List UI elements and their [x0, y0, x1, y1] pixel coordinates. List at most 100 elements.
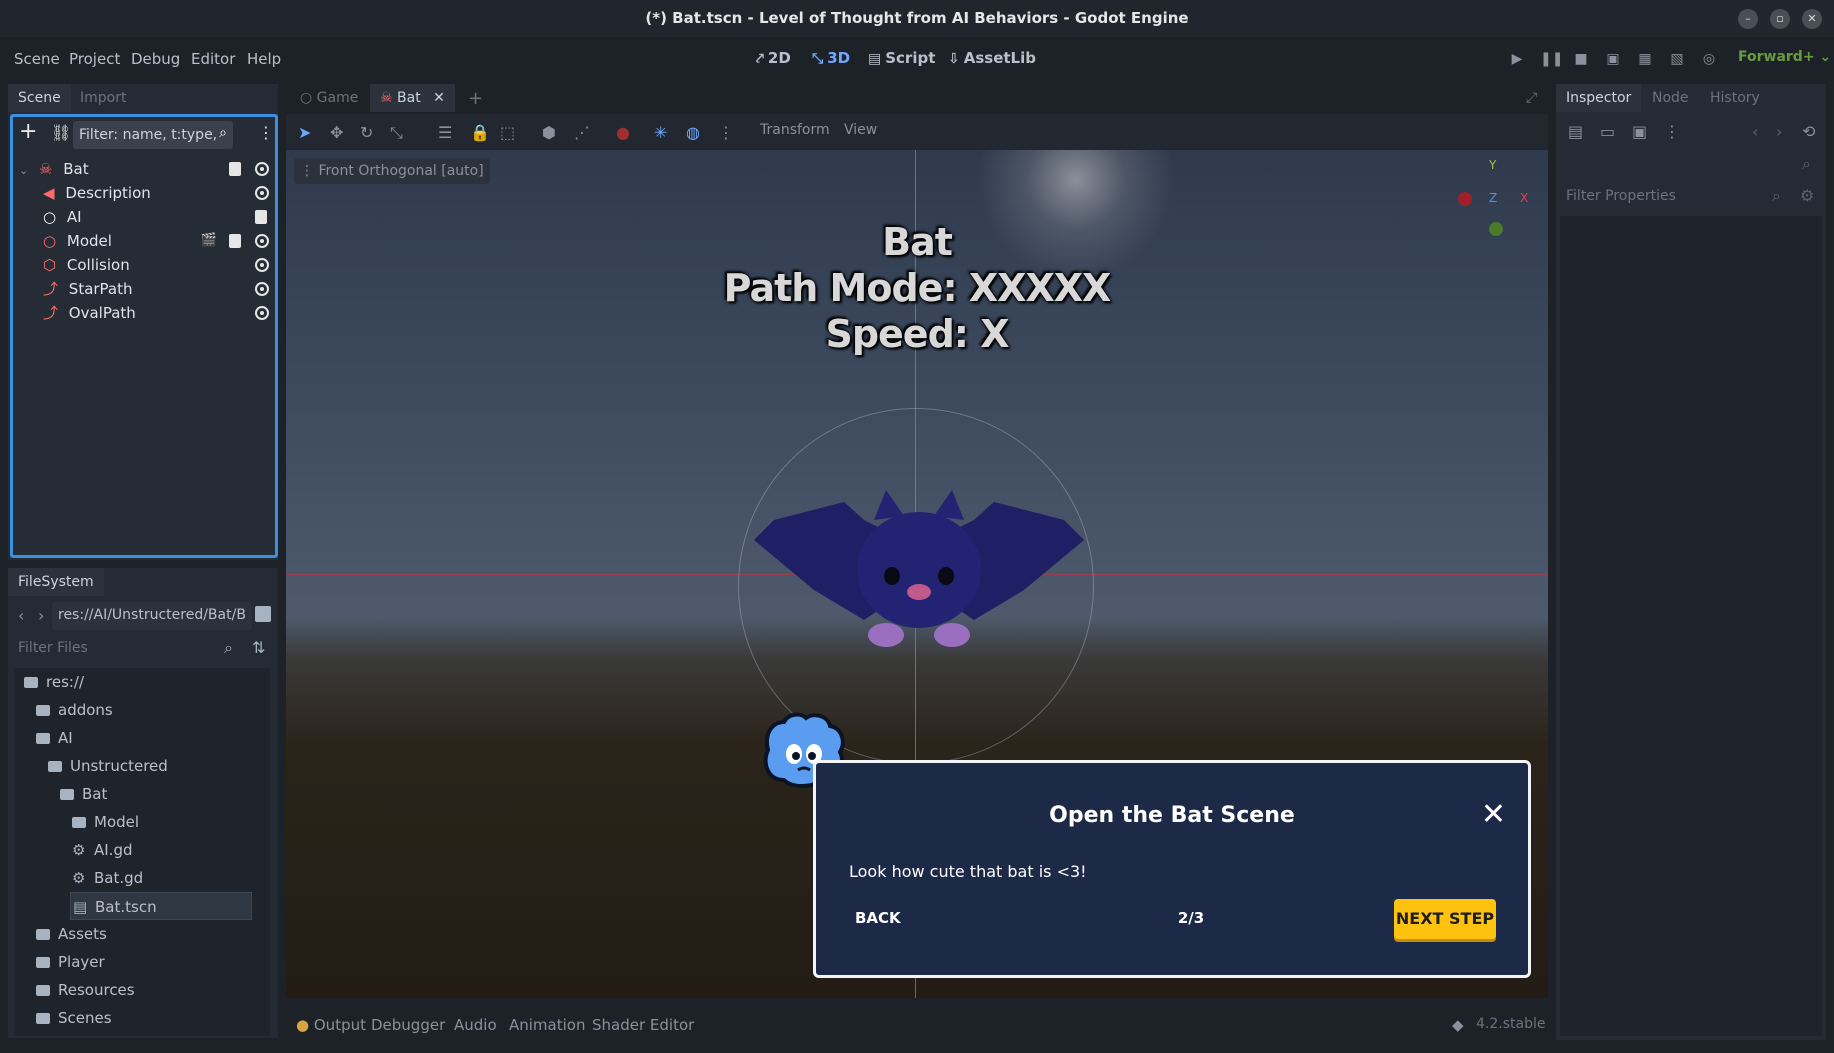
file-item[interactable]: Bat: [60, 780, 107, 808]
lock-icon[interactable]: 🔒: [470, 123, 490, 142]
workspace-2d-button[interactable]: ⤤ 2D: [756, 49, 791, 67]
play-scene-icon[interactable]: ▦: [1636, 51, 1654, 69]
script-icon[interactable]: [255, 210, 267, 224]
movie-maker-icon[interactable]: ◎: [1700, 51, 1718, 69]
close-icon[interactable]: ✕: [1481, 797, 1506, 832]
remote-debug-icon[interactable]: ▣: [1604, 51, 1622, 69]
minimize-button[interactable]: –: [1738, 9, 1758, 29]
more-icon[interactable]: ⋮: [1664, 122, 1680, 141]
next-step-button[interactable]: NEXT STEP: [1394, 899, 1496, 939]
gizmo-z[interactable]: Z: [1489, 191, 1497, 205]
distraction-free-icon[interactable]: ⤢: [1526, 90, 1537, 106]
search-node-icon[interactable]: ⌕: [1802, 154, 1811, 174]
file-item[interactable]: Player: [36, 948, 105, 976]
object-history-icon[interactable]: ⟲: [1802, 122, 1815, 141]
scale-icon[interactable]: ⤡: [390, 123, 403, 143]
gizmo-y[interactable]: Y: [1489, 158, 1496, 172]
gizmo-neg-x[interactable]: [1458, 192, 1472, 206]
add-node-icon[interactable]: +: [19, 119, 37, 144]
snap-icon[interactable]: ⋰: [574, 123, 590, 142]
tab-filesystem[interactable]: FileSystem: [8, 568, 104, 596]
renderer-select[interactable]: Forward+ ⌄: [1738, 49, 1831, 65]
menu-help[interactable]: Help: [247, 50, 281, 68]
tab-shader-editor[interactable]: Shader Editor: [592, 1016, 694, 1034]
local-space-icon[interactable]: ⬢: [542, 123, 556, 142]
pause-icon[interactable]: ❚❚: [1540, 51, 1563, 69]
visibility-icon[interactable]: [255, 234, 269, 248]
link-icon[interactable]: ⛓: [51, 123, 71, 142]
file-item[interactable]: Assets: [36, 920, 107, 948]
menu-project[interactable]: Project: [69, 50, 120, 68]
visibility-icon[interactable]: [255, 186, 269, 200]
file-item[interactable]: AI: [36, 724, 73, 752]
rotate-icon[interactable]: ↻: [360, 123, 373, 142]
tree-node-ovalpath[interactable]: ⤴ OvalPath: [43, 299, 269, 327]
group-icon[interactable]: ⬚: [500, 123, 515, 142]
add-tab-icon[interactable]: +: [468, 88, 483, 109]
script-icon[interactable]: [229, 162, 241, 176]
tab-audio[interactable]: Audio: [454, 1016, 497, 1034]
tab-history[interactable]: History: [1710, 90, 1760, 106]
scene-filter-input[interactable]: Filter: name, t:type, ⌕: [73, 121, 233, 149]
menu-editor[interactable]: Editor: [191, 50, 235, 68]
visibility-icon[interactable]: [255, 282, 269, 296]
play-icon[interactable]: ▶: [1508, 51, 1526, 69]
tab-game[interactable]: ○ Game: [300, 90, 358, 106]
tab-output[interactable]: ● Output: [296, 1016, 366, 1034]
tab-scene[interactable]: Scene: [8, 84, 71, 112]
file-item[interactable]: Unstructered: [48, 752, 168, 780]
tab-node[interactable]: Node: [1652, 90, 1689, 106]
visibility-icon[interactable]: [255, 306, 269, 320]
select-icon[interactable]: ➤: [298, 123, 311, 142]
transform-menu[interactable]: Transform: [760, 122, 830, 138]
path-field[interactable]: res://AI/Unstructered/Bat/B: [52, 602, 252, 630]
stop-icon[interactable]: ■: [1572, 51, 1590, 69]
play-custom-scene-icon[interactable]: ▧: [1668, 51, 1686, 69]
environment-icon[interactable]: ◍: [686, 123, 700, 142]
sun-icon[interactable]: ✳: [654, 123, 667, 142]
gizmo-x[interactable]: X: [1520, 191, 1528, 205]
back-icon[interactable]: ‹: [18, 606, 24, 625]
close-window-button[interactable]: ✕: [1802, 9, 1822, 29]
tab-import[interactable]: Import: [80, 90, 126, 106]
file-item[interactable]: Resources: [36, 976, 135, 1004]
history-back-icon[interactable]: ‹: [1752, 122, 1758, 141]
tab-debugger[interactable]: Debugger: [371, 1016, 445, 1034]
new-resource-icon[interactable]: ▤: [1568, 122, 1583, 141]
save-icon[interactable]: ▣: [1632, 122, 1647, 141]
visibility-icon[interactable]: [255, 162, 269, 176]
tab-bat[interactable]: ☠ Bat ✕: [370, 84, 455, 112]
forward-icon[interactable]: ›: [38, 606, 44, 625]
more-icon[interactable]: ⋮: [718, 123, 734, 142]
file-item[interactable]: Scenes: [36, 1004, 112, 1032]
move-icon[interactable]: ✥: [330, 123, 343, 142]
file-item[interactable]: res://: [24, 668, 84, 696]
files-filter-input[interactable]: Filter Files: [18, 640, 88, 656]
file-item[interactable]: addons: [36, 696, 113, 724]
menu-debug[interactable]: Debug: [131, 50, 180, 68]
restore-button[interactable]: ▫: [1770, 9, 1790, 29]
workspace-3d-button[interactable]: ⤡ 3D: [812, 49, 850, 67]
split-view-icon[interactable]: [255, 606, 271, 622]
file-item-selected[interactable]: ▤ Bat.tscn: [70, 892, 252, 920]
tab-animation[interactable]: Animation: [509, 1016, 585, 1034]
settings-icon[interactable]: ⚙: [1800, 186, 1814, 205]
list-select-icon[interactable]: ☰: [438, 123, 452, 142]
sort-icon[interactable]: ⇅: [252, 638, 265, 657]
script-icon[interactable]: [229, 234, 241, 248]
workspace-assetlib-button[interactable]: ⇩ AssetLib: [948, 49, 1036, 67]
file-item[interactable]: Model: [72, 808, 139, 836]
scene-menu-icon[interactable]: ⋮: [258, 123, 274, 142]
inspector-filter-input[interactable]: Filter Properties: [1566, 188, 1676, 204]
history-forward-icon[interactable]: ›: [1776, 122, 1782, 141]
view-menu[interactable]: View: [844, 122, 877, 138]
file-item[interactable]: ⚙ Bat.gd: [72, 864, 143, 892]
workspace-script-button[interactable]: ▤ Script: [868, 49, 935, 67]
tab-inspector[interactable]: Inspector: [1556, 84, 1642, 112]
camera-icon[interactable]: ●: [616, 123, 630, 142]
file-item[interactable]: ⚙ AI.gd: [72, 836, 133, 864]
visibility-icon[interactable]: [255, 258, 269, 272]
menu-scene[interactable]: Scene: [14, 50, 60, 68]
update-spinner-icon[interactable]: ◆: [1452, 1016, 1464, 1034]
close-tab-icon[interactable]: ✕: [433, 90, 445, 106]
